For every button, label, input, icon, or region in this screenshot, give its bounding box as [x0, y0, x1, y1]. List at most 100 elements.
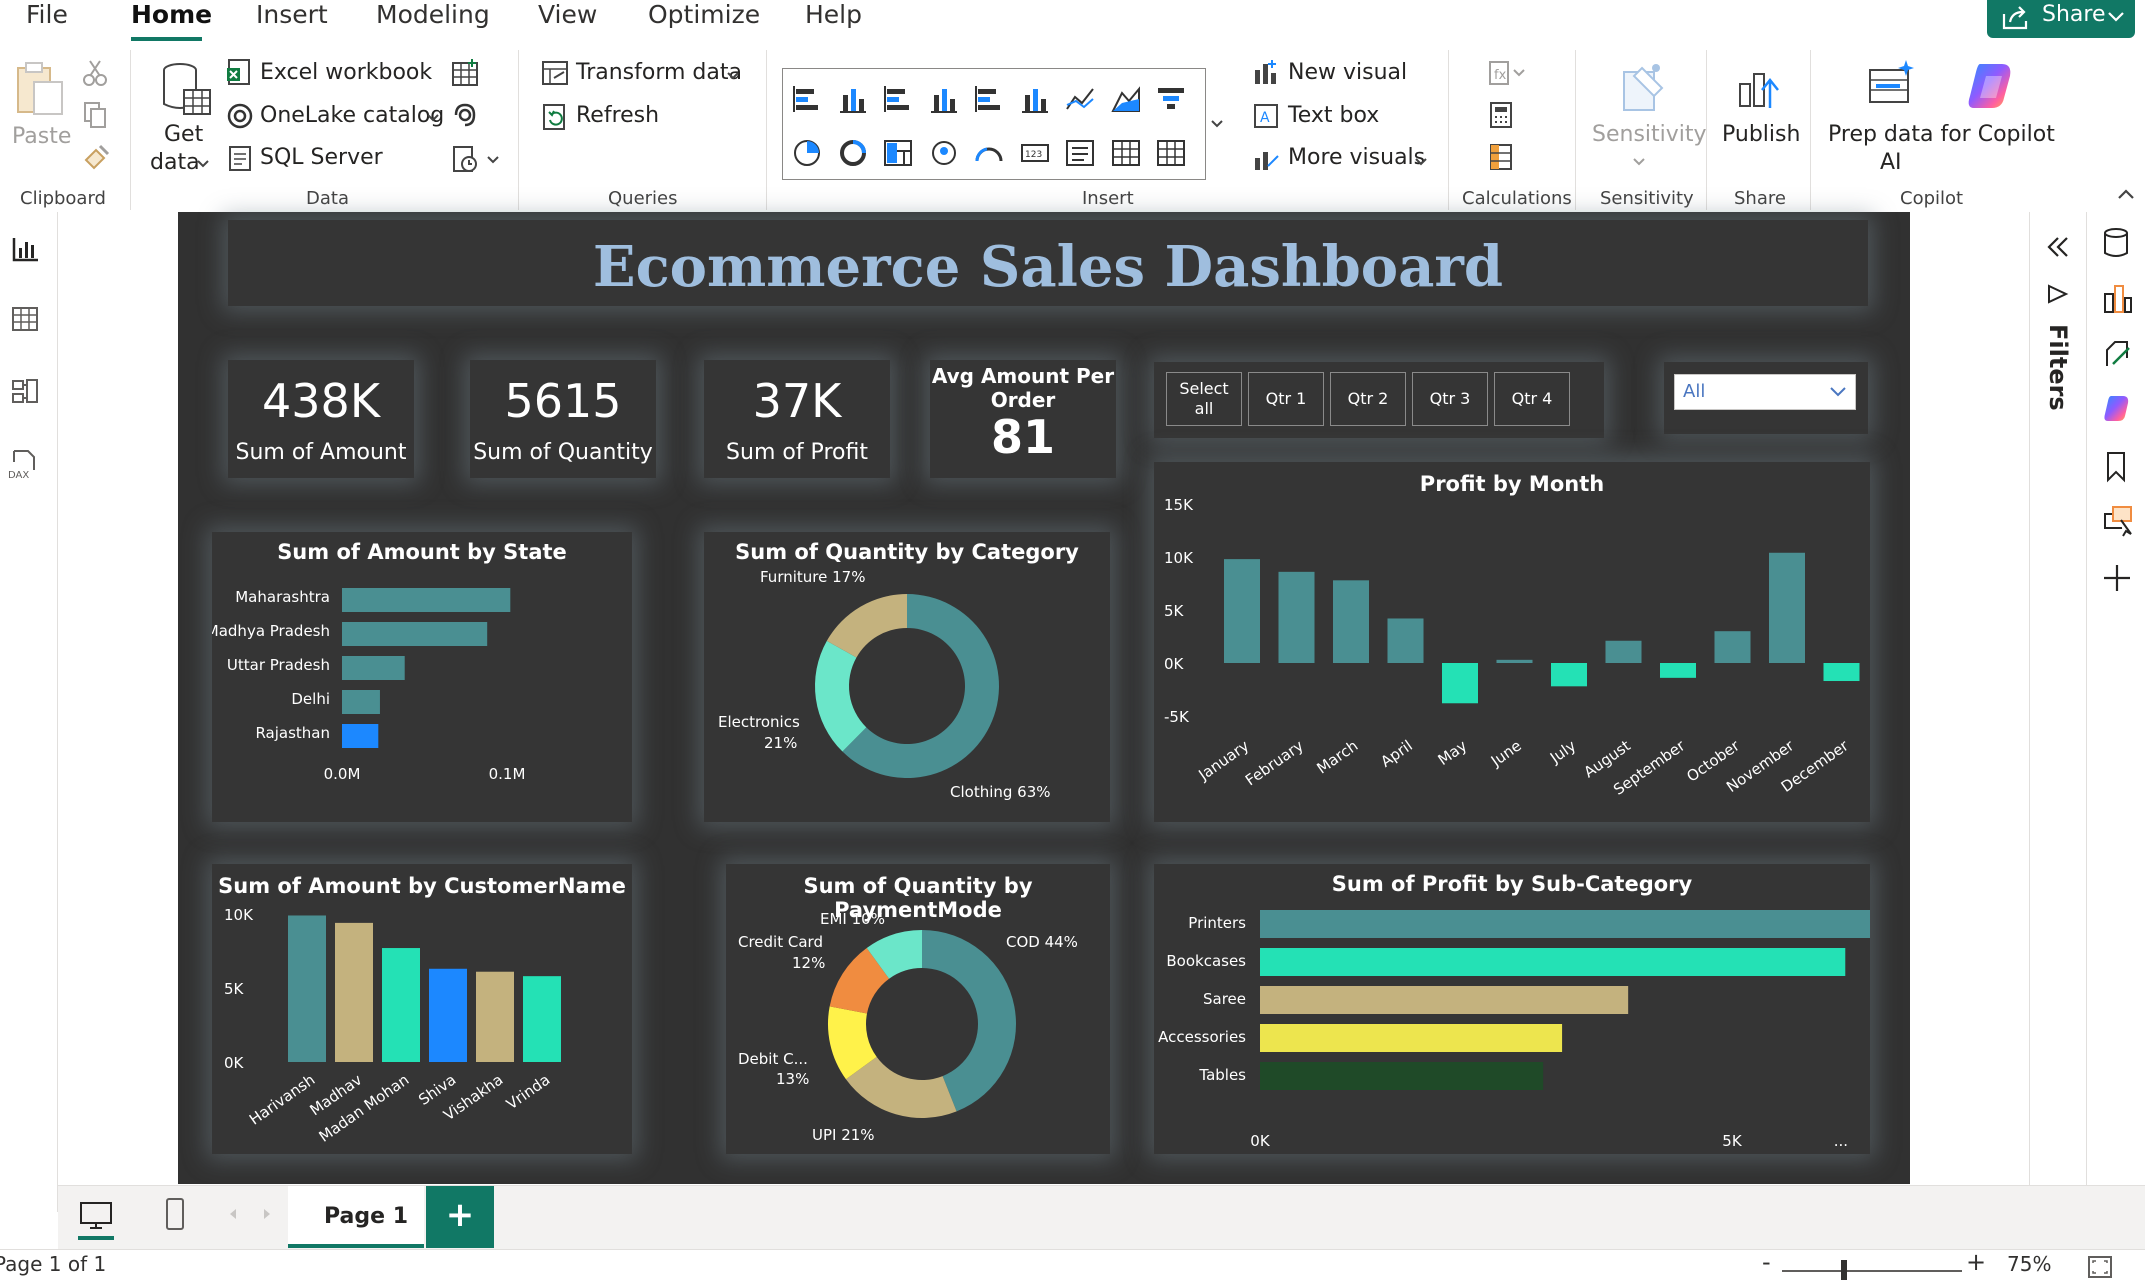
new-column-icon[interactable]	[1486, 142, 1516, 172]
kpi-value: 5615	[504, 374, 622, 428]
stacked-column-icon[interactable]	[837, 83, 869, 115]
menu-home[interactable]: Home	[131, 0, 212, 29]
stacked-bar-icon[interactable]	[791, 83, 823, 115]
prep-data-button[interactable]: Prep data for Copilot	[1828, 122, 2055, 147]
onelake-catalog-button[interactable]: OneLake catalog	[260, 103, 444, 128]
menu-view[interactable]: View	[538, 0, 597, 29]
format-painter-icon[interactable]	[82, 142, 110, 172]
get-data-label[interactable]: Get	[164, 122, 203, 147]
menu-insert[interactable]: Insert	[256, 0, 328, 29]
expand-pane-icon[interactable]	[2044, 234, 2072, 260]
sensitivity-button[interactable]: Sensitivity	[1592, 122, 1707, 147]
collapse-ribbon-icon[interactable]	[2116, 186, 2136, 202]
table-view-icon[interactable]	[10, 304, 40, 334]
more-visuals-button[interactable]: More visuals	[1288, 145, 1425, 170]
report-view-icon[interactable]	[10, 234, 40, 264]
visual-quantity-by-category[interactable]: Sum of Quantity by Category Furniture 17…	[704, 532, 1110, 822]
menu-modeling[interactable]: Modeling	[376, 0, 490, 29]
selection-pane-icon[interactable]	[2101, 504, 2135, 538]
zoom-in-button[interactable]: +	[1966, 1248, 1986, 1276]
zoom-out-button[interactable]: -	[1762, 1248, 1771, 1276]
slicer-qtr-1[interactable]: Qtr 1	[1248, 372, 1324, 426]
card-icon[interactable]: 123	[1019, 137, 1051, 169]
model-view-icon[interactable]	[10, 376, 40, 406]
add-pane-icon[interactable]	[2101, 562, 2133, 594]
visual-profit-by-month[interactable]: Profit by Month 15K 10K 5K 0K -5K January Febr…	[1154, 462, 1870, 822]
prep-data-button-2[interactable]: AI	[1880, 150, 1902, 175]
kpi-card-quantity[interactable]: 5615 Sum of Quantity	[470, 360, 656, 478]
transform-data-button[interactable]: Transform data	[576, 60, 742, 85]
cut-icon[interactable]	[82, 58, 108, 88]
zoom-slider-thumb[interactable]	[1841, 1260, 1847, 1280]
desktop-layout-icon[interactable]	[78, 1200, 114, 1232]
paste-label[interactable]: Paste	[12, 124, 71, 149]
bookmarks-icon[interactable]	[2101, 450, 2131, 484]
menu-file[interactable]: File	[26, 0, 68, 29]
slicer-qtr-4[interactable]: Qtr 4	[1494, 372, 1570, 426]
treemap-icon[interactable]	[882, 137, 914, 169]
scroll-left-icon[interactable]	[226, 1206, 240, 1222]
sql-server-button[interactable]: SQL Server	[260, 145, 383, 170]
copilot-pane-icon[interactable]	[2101, 392, 2133, 424]
bar	[342, 622, 488, 646]
multi-row-card-icon[interactable]	[1064, 137, 1096, 169]
add-page-button[interactable]: +	[426, 1186, 494, 1248]
new-measure-icon[interactable]: fx	[1486, 58, 1526, 88]
filters-pane-collapsed[interactable]: Filters	[2030, 212, 2086, 1212]
zoom-slider[interactable]	[1782, 1270, 1962, 1272]
enter-data-icon[interactable]	[450, 58, 480, 88]
matrix-icon[interactable]	[1155, 137, 1187, 169]
text-box-button[interactable]: Text box	[1288, 103, 1379, 128]
scroll-right-icon[interactable]	[260, 1206, 274, 1222]
group-label-copilot: Copilot	[1900, 188, 1964, 209]
slicer-select-all[interactable]: Select all	[1166, 372, 1242, 426]
kpi-label: Sum of Profit	[726, 440, 868, 465]
slicer-qtr-3[interactable]: Qtr 3	[1412, 372, 1488, 426]
kpi-card-profit[interactable]: 37K Sum of Profit	[704, 360, 890, 478]
kpi-card-amount[interactable]: 438K Sum of Amount	[228, 360, 414, 478]
pie-chart-icon[interactable]	[791, 137, 823, 169]
gallery-expand-icon[interactable]	[1210, 118, 1224, 130]
mobile-layout-icon[interactable]	[164, 1196, 186, 1232]
menu-optimize[interactable]: Optimize	[648, 0, 760, 29]
excel-workbook-button[interactable]: Excel workbook	[260, 60, 432, 85]
map-icon[interactable]	[928, 137, 960, 169]
dropdown-select[interactable]: All	[1674, 374, 1856, 410]
100-bar-icon[interactable]	[973, 83, 1005, 115]
recent-sources-icon[interactable]	[450, 144, 480, 174]
gauge-icon[interactable]	[973, 137, 1005, 169]
visual-amount-by-customer[interactable]: Sum of Amount by CustomerName 10K 5K 0K Har…	[212, 864, 632, 1154]
page-tab-page-1[interactable]: Page 1	[288, 1186, 424, 1248]
slicer-qtr-2[interactable]: Qtr 2	[1330, 372, 1406, 426]
clustered-column-icon[interactable]	[928, 83, 960, 115]
donut-chart-icon[interactable]	[837, 137, 869, 169]
publish-button[interactable]: Publish	[1722, 122, 1800, 147]
quick-measure-icon[interactable]	[1486, 100, 1516, 130]
dataverse-icon[interactable]	[450, 100, 480, 130]
fit-to-page-icon[interactable]	[2086, 1254, 2114, 1280]
clustered-bar-icon[interactable]	[882, 83, 914, 115]
dax-query-view-icon[interactable]: DAX	[8, 448, 42, 480]
copilot-icon[interactable]	[1962, 58, 2022, 114]
refresh-button[interactable]: Refresh	[576, 103, 659, 128]
visual-gallery[interactable]: 123	[782, 68, 1206, 180]
visual-quantity-by-paymentmode[interactable]: Sum of Quantity by PaymentMode EMI 10% Cr…	[726, 864, 1110, 1154]
kpi-card-avg-order[interactable]: Avg Amount Per Order 81	[930, 360, 1116, 478]
combo-chart-icon[interactable]	[1019, 83, 1051, 115]
copy-icon[interactable]	[82, 100, 108, 130]
share-button[interactable]: Share	[1987, 0, 2135, 38]
get-data-label-2[interactable]: data	[150, 150, 200, 175]
line-chart-icon[interactable]	[1064, 83, 1096, 115]
format-pane-icon[interactable]	[2101, 336, 2133, 372]
dropdown-value: All	[1683, 381, 1706, 402]
new-visual-button[interactable]: New visual	[1288, 60, 1407, 85]
title-card[interactable]: Ecommerce Sales Dashboard	[228, 220, 1868, 306]
menu-help[interactable]: Help	[805, 0, 862, 29]
table-icon[interactable]	[1110, 137, 1142, 169]
data-pane-icon[interactable]	[2101, 226, 2131, 260]
visual-profit-by-subcategory[interactable]: Sum of Profit by Sub-Category Printers Bo…	[1154, 864, 1870, 1154]
area-chart-icon[interactable]	[1110, 83, 1142, 115]
funnel-icon[interactable]	[1155, 83, 1187, 115]
visualizations-pane-icon[interactable]	[2101, 280, 2133, 316]
visual-amount-by-state[interactable]: Sum of Amount by State Maharashtra Madhya…	[212, 532, 632, 822]
